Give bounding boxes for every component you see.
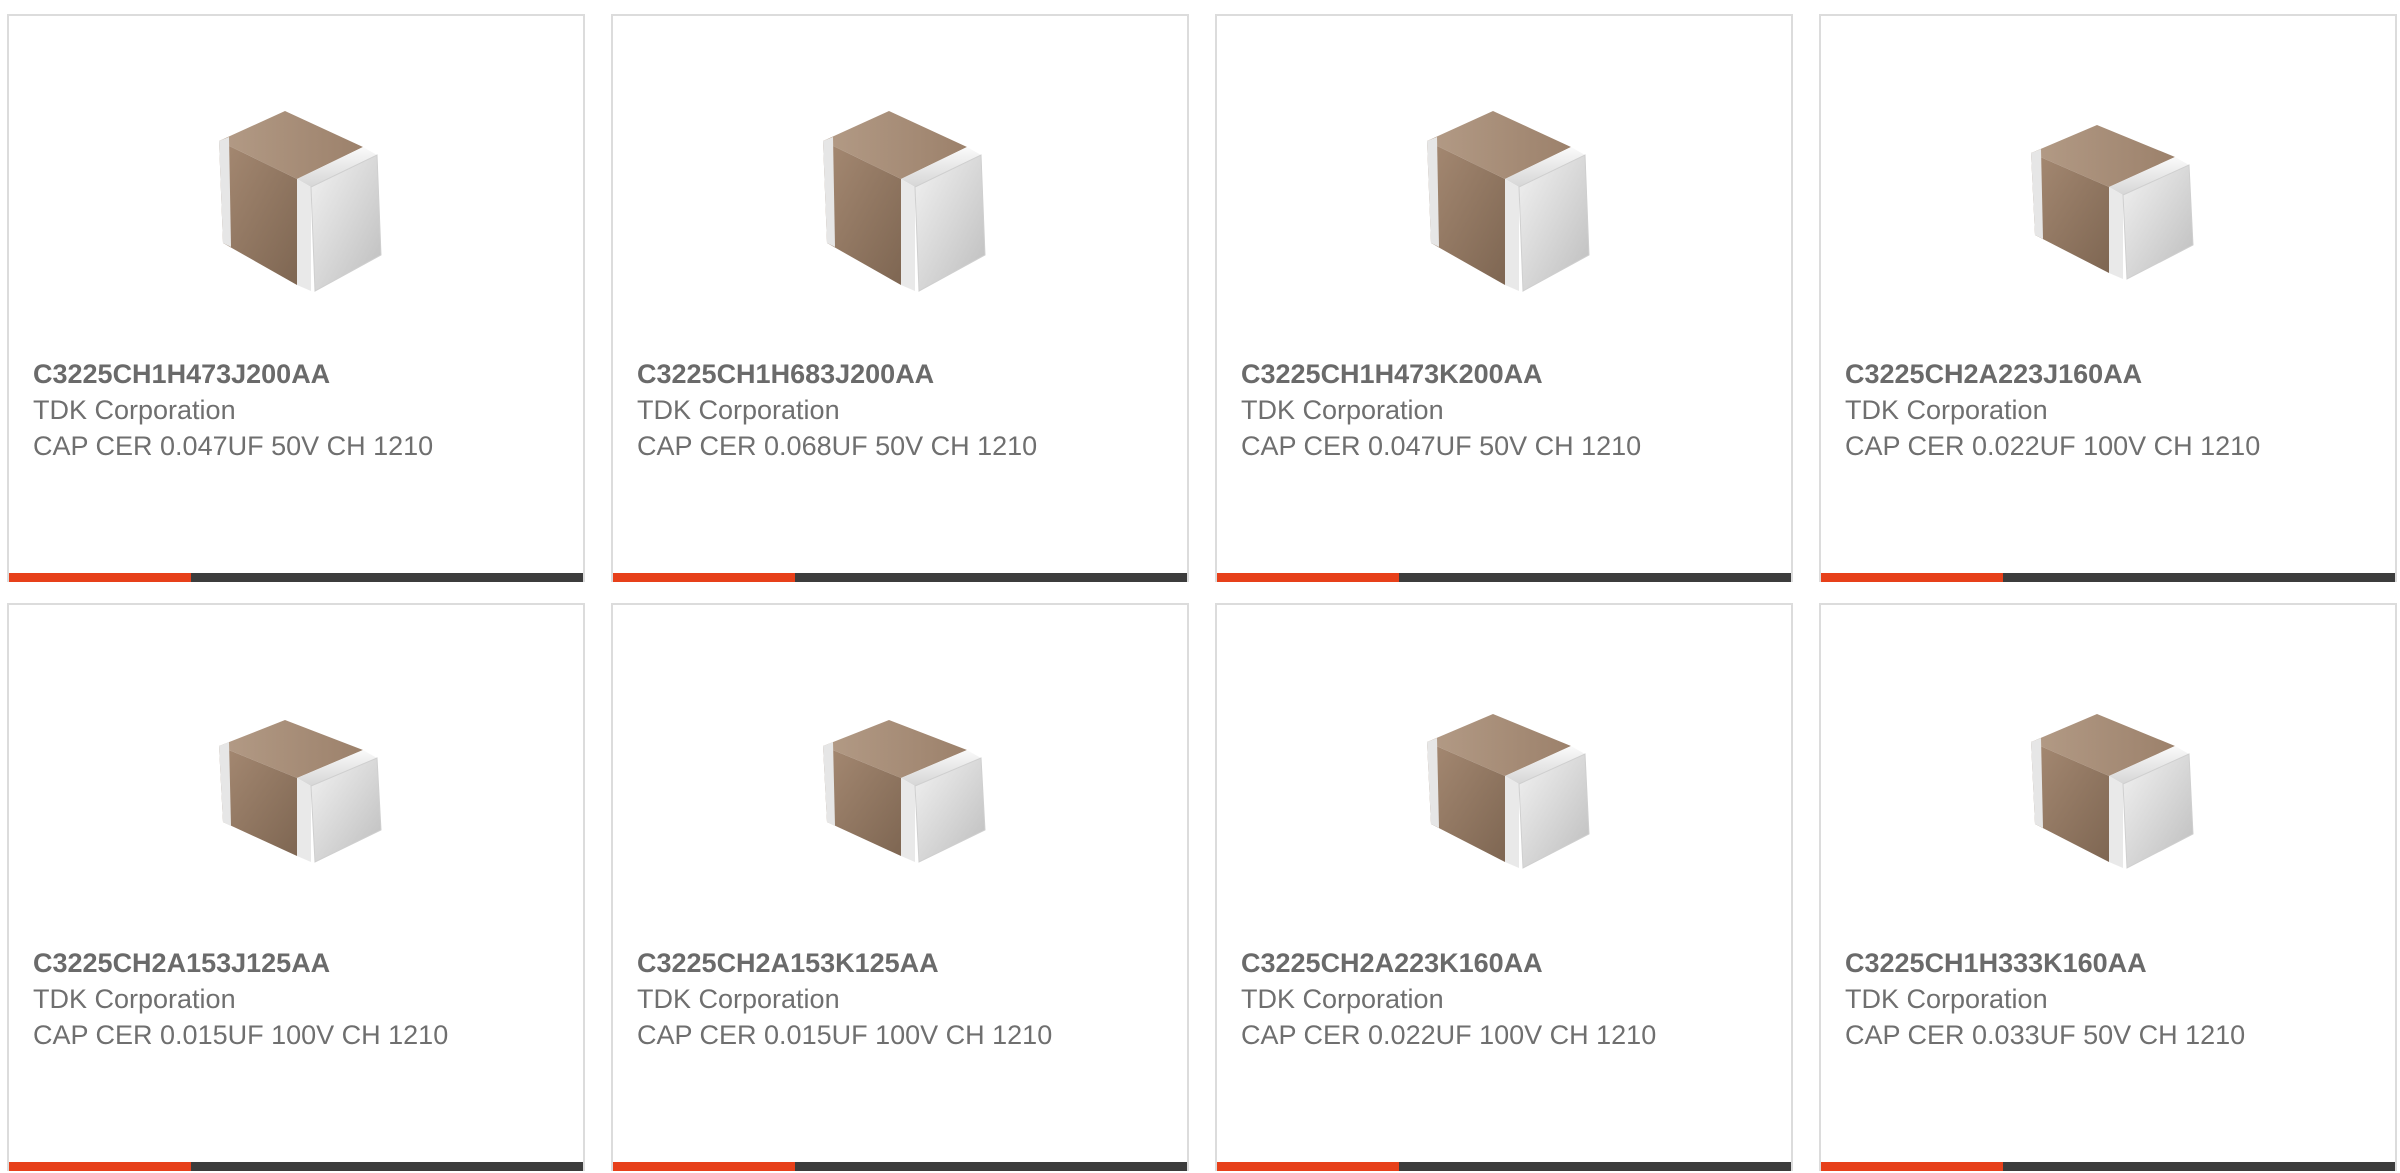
card-footer-bar [1821, 1162, 2395, 1171]
ceramic-capacitor-chip-image[interactable] [1401, 684, 1609, 890]
part-number-link[interactable]: C3225CH1H333K160AA [1845, 945, 2315, 981]
product-info: C3225CH2A153K125AA TDK Corporation CAP C… [637, 945, 1107, 1053]
product-card[interactable]: C3225CH2A223J160AA TDK Corporation CAP C… [1819, 14, 2397, 582]
manufacturer-name: TDK Corporation [1241, 984, 1444, 1014]
manufacturer-name: TDK Corporation [33, 984, 236, 1014]
manufacturer-name: TDK Corporation [1241, 395, 1444, 425]
ceramic-capacitor-chip-image[interactable] [1401, 95, 1609, 301]
card-accent-bar [1217, 573, 1399, 582]
product-card[interactable]: C3225CH1H333K160AA TDK Corporation CAP C… [1819, 603, 2397, 1171]
card-accent-bar [9, 573, 191, 582]
part-number-link[interactable]: C3225CH1H473J200AA [33, 356, 503, 392]
product-info: C3225CH1H683J200AA TDK Corporation CAP C… [637, 356, 1107, 464]
card-footer-bar [1217, 1162, 1791, 1171]
product-grid: C3225CH1H473J200AA TDK Corporation CAP C… [0, 0, 2400, 1173]
product-description: CAP CER 0.033UF 50V CH 1210 [1845, 1020, 2246, 1050]
part-number-link[interactable]: C3225CH2A153J125AA [33, 945, 503, 981]
card-footer-bar [1217, 573, 1791, 582]
product-description: CAP CER 0.022UF 100V CH 1210 [1845, 431, 2261, 461]
part-number-link[interactable]: C3225CH2A223J160AA [1845, 356, 2315, 392]
ceramic-capacitor-chip-image[interactable] [2005, 95, 2213, 301]
ceramic-capacitor-chip-image[interactable] [193, 684, 401, 890]
ceramic-capacitor-chip-image[interactable] [797, 95, 1005, 301]
card-footer-bar [613, 573, 1187, 582]
product-info: C3225CH1H473J200AA TDK Corporation CAP C… [33, 356, 503, 464]
product-info: C3225CH1H333K160AA TDK Corporation CAP C… [1845, 945, 2315, 1053]
card-accent-bar [613, 573, 795, 582]
product-card[interactable]: C3225CH2A153K125AA TDK Corporation CAP C… [611, 603, 1189, 1171]
part-number-link[interactable]: C3225CH1H473K200AA [1241, 356, 1711, 392]
product-description: CAP CER 0.068UF 50V CH 1210 [637, 431, 1038, 461]
product-description: CAP CER 0.047UF 50V CH 1210 [1241, 431, 1642, 461]
part-number-link[interactable]: C3225CH1H683J200AA [637, 356, 1107, 392]
ceramic-capacitor-chip-image[interactable] [2005, 684, 2213, 890]
product-card[interactable]: C3225CH1H683J200AA TDK Corporation CAP C… [611, 14, 1189, 582]
card-footer-bar [9, 573, 583, 582]
product-description: CAP CER 0.015UF 100V CH 1210 [637, 1020, 1053, 1050]
card-accent-bar [1821, 1162, 2003, 1171]
product-card[interactable]: C3225CH2A153J125AA TDK Corporation CAP C… [7, 603, 585, 1171]
manufacturer-name: TDK Corporation [1845, 395, 2048, 425]
ceramic-capacitor-chip-image[interactable] [193, 95, 401, 301]
card-footer-bar [613, 1162, 1187, 1171]
product-description: CAP CER 0.047UF 50V CH 1210 [33, 431, 434, 461]
ceramic-capacitor-chip-image[interactable] [797, 684, 1005, 890]
card-accent-bar [1217, 1162, 1399, 1171]
part-number-link[interactable]: C3225CH2A223K160AA [1241, 945, 1711, 981]
product-card[interactable]: C3225CH1H473K200AA TDK Corporation CAP C… [1215, 14, 1793, 582]
card-footer-bar [1821, 573, 2395, 582]
product-info: C3225CH2A223J160AA TDK Corporation CAP C… [1845, 356, 2315, 464]
manufacturer-name: TDK Corporation [1845, 984, 2048, 1014]
manufacturer-name: TDK Corporation [637, 984, 840, 1014]
product-description: CAP CER 0.022UF 100V CH 1210 [1241, 1020, 1657, 1050]
product-info: C3225CH1H473K200AA TDK Corporation CAP C… [1241, 356, 1711, 464]
product-description: CAP CER 0.015UF 100V CH 1210 [33, 1020, 449, 1050]
part-number-link[interactable]: C3225CH2A153K125AA [637, 945, 1107, 981]
product-card[interactable]: C3225CH2A223K160AA TDK Corporation CAP C… [1215, 603, 1793, 1171]
product-info: C3225CH2A223K160AA TDK Corporation CAP C… [1241, 945, 1711, 1053]
manufacturer-name: TDK Corporation [637, 395, 840, 425]
card-accent-bar [9, 1162, 191, 1171]
card-accent-bar [1821, 573, 2003, 582]
manufacturer-name: TDK Corporation [33, 395, 236, 425]
card-footer-bar [9, 1162, 583, 1171]
product-card[interactable]: C3225CH1H473J200AA TDK Corporation CAP C… [7, 14, 585, 582]
product-info: C3225CH2A153J125AA TDK Corporation CAP C… [33, 945, 503, 1053]
card-accent-bar [613, 1162, 795, 1171]
